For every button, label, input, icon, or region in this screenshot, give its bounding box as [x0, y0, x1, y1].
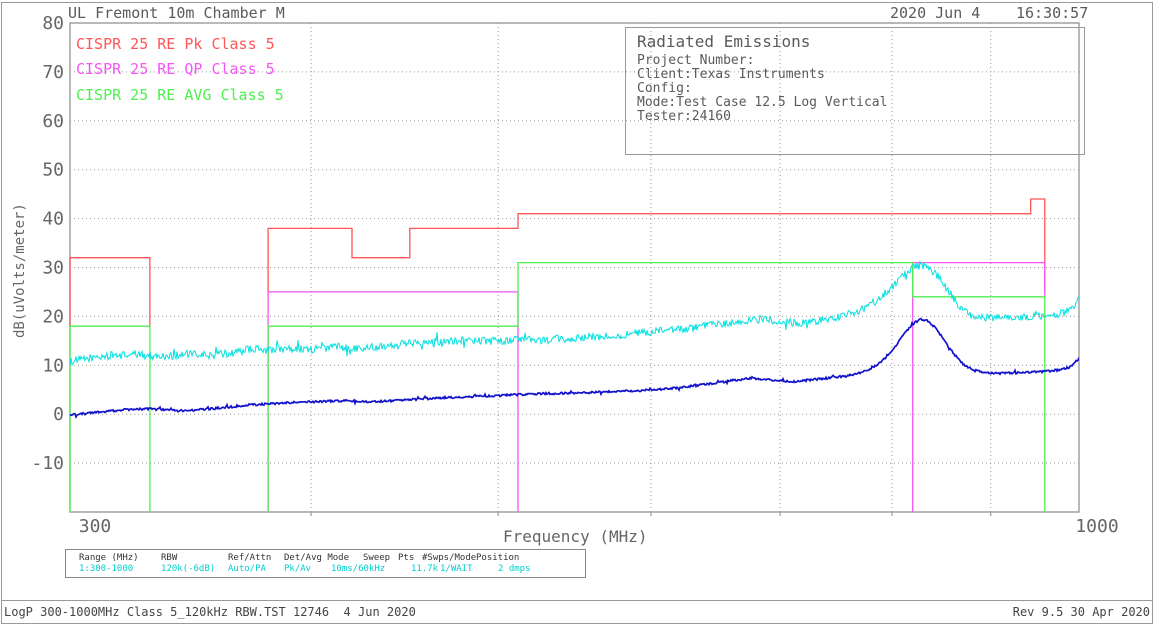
emc-test-screen: UL Fremont 10m Chamber M 2020 Jun 4 16:3…: [0, 0, 1156, 627]
measurement-trace: [70, 262, 1079, 365]
settings-col-value: 1:300-1000: [79, 564, 133, 574]
y-tick-label: -10: [31, 453, 64, 474]
y-tick-label: 60: [42, 111, 64, 132]
settings-col-header: Det/Avg Mode: [284, 553, 349, 563]
settings-col-header: Position: [476, 553, 519, 563]
x-tick-label: 300: [79, 516, 112, 537]
settings-col-header: RBW: [161, 553, 177, 563]
settings-col-value: Auto/PA: [228, 564, 266, 574]
settings-col-value: 120k(-6dB): [161, 564, 215, 574]
y-tick-label: 10: [42, 355, 64, 376]
footer-divider-line: [1, 600, 1153, 601]
test-type-title: Radiated Emissions: [637, 32, 810, 51]
legend-avg-limit: CISPR 25 RE AVG Class 5: [76, 86, 284, 104]
info-tester: Tester:24160: [637, 109, 731, 124]
legend-pk-limit: CISPR 25 RE Pk Class 5: [76, 35, 275, 53]
info-mode: Mode:Test Case 12.5 Log Vertical: [637, 95, 887, 110]
limit-line: [70, 258, 150, 327]
y-tick-label: 50: [42, 160, 64, 181]
y-axis-title: dB(uVolts/meter): [12, 203, 28, 338]
settings-col-header: Sweep: [363, 553, 390, 563]
settings-col-value: 10ms/60kHz: [331, 564, 385, 574]
info-client: Client:Texas Instruments: [637, 67, 825, 82]
limit-file-name: LogP 300-1000MHz Class 5_120kHz RBW.TST …: [4, 605, 416, 619]
legend-qp-limit: CISPR 25 RE QP Class 5: [76, 60, 275, 78]
settings-col-value: 11.7k: [411, 564, 438, 574]
settings-col-value: 2 dmps: [498, 564, 531, 574]
y-tick-label: 0: [53, 404, 64, 425]
settings-col-value: 1/WAIT: [440, 564, 473, 574]
limit-line: [913, 263, 1045, 512]
measurement-trace: [70, 319, 1079, 417]
settings-col-value: Pk/Av: [284, 564, 311, 574]
y-tick-label: 80: [42, 13, 64, 34]
settings-col-header: Pts: [398, 553, 414, 563]
info-config: Config:: [637, 81, 692, 96]
y-tick-label: 70: [42, 62, 64, 83]
settings-col-header: Range (MHz): [79, 553, 139, 563]
y-tick-label: 30: [42, 258, 64, 279]
settings-col-header: Ref/Attn: [228, 553, 271, 563]
y-tick-label: 20: [42, 306, 64, 327]
software-revision: Rev 9.5 30 Apr 2020: [1013, 605, 1150, 619]
settings-col-header: #Swps/Mode: [422, 553, 476, 563]
sweep-settings-table: Range (MHz) RBW Ref/Attn Det/Avg Mode Sweep P…: [65, 549, 586, 578]
limit-line: [268, 199, 1045, 292]
x-tick-label: 1000: [1075, 516, 1118, 537]
info-project-number: Project Number:: [637, 53, 754, 68]
x-axis-title: Frequency (MHz): [503, 527, 648, 546]
limit-line: [268, 263, 1045, 512]
y-tick-label: 40: [42, 209, 64, 230]
